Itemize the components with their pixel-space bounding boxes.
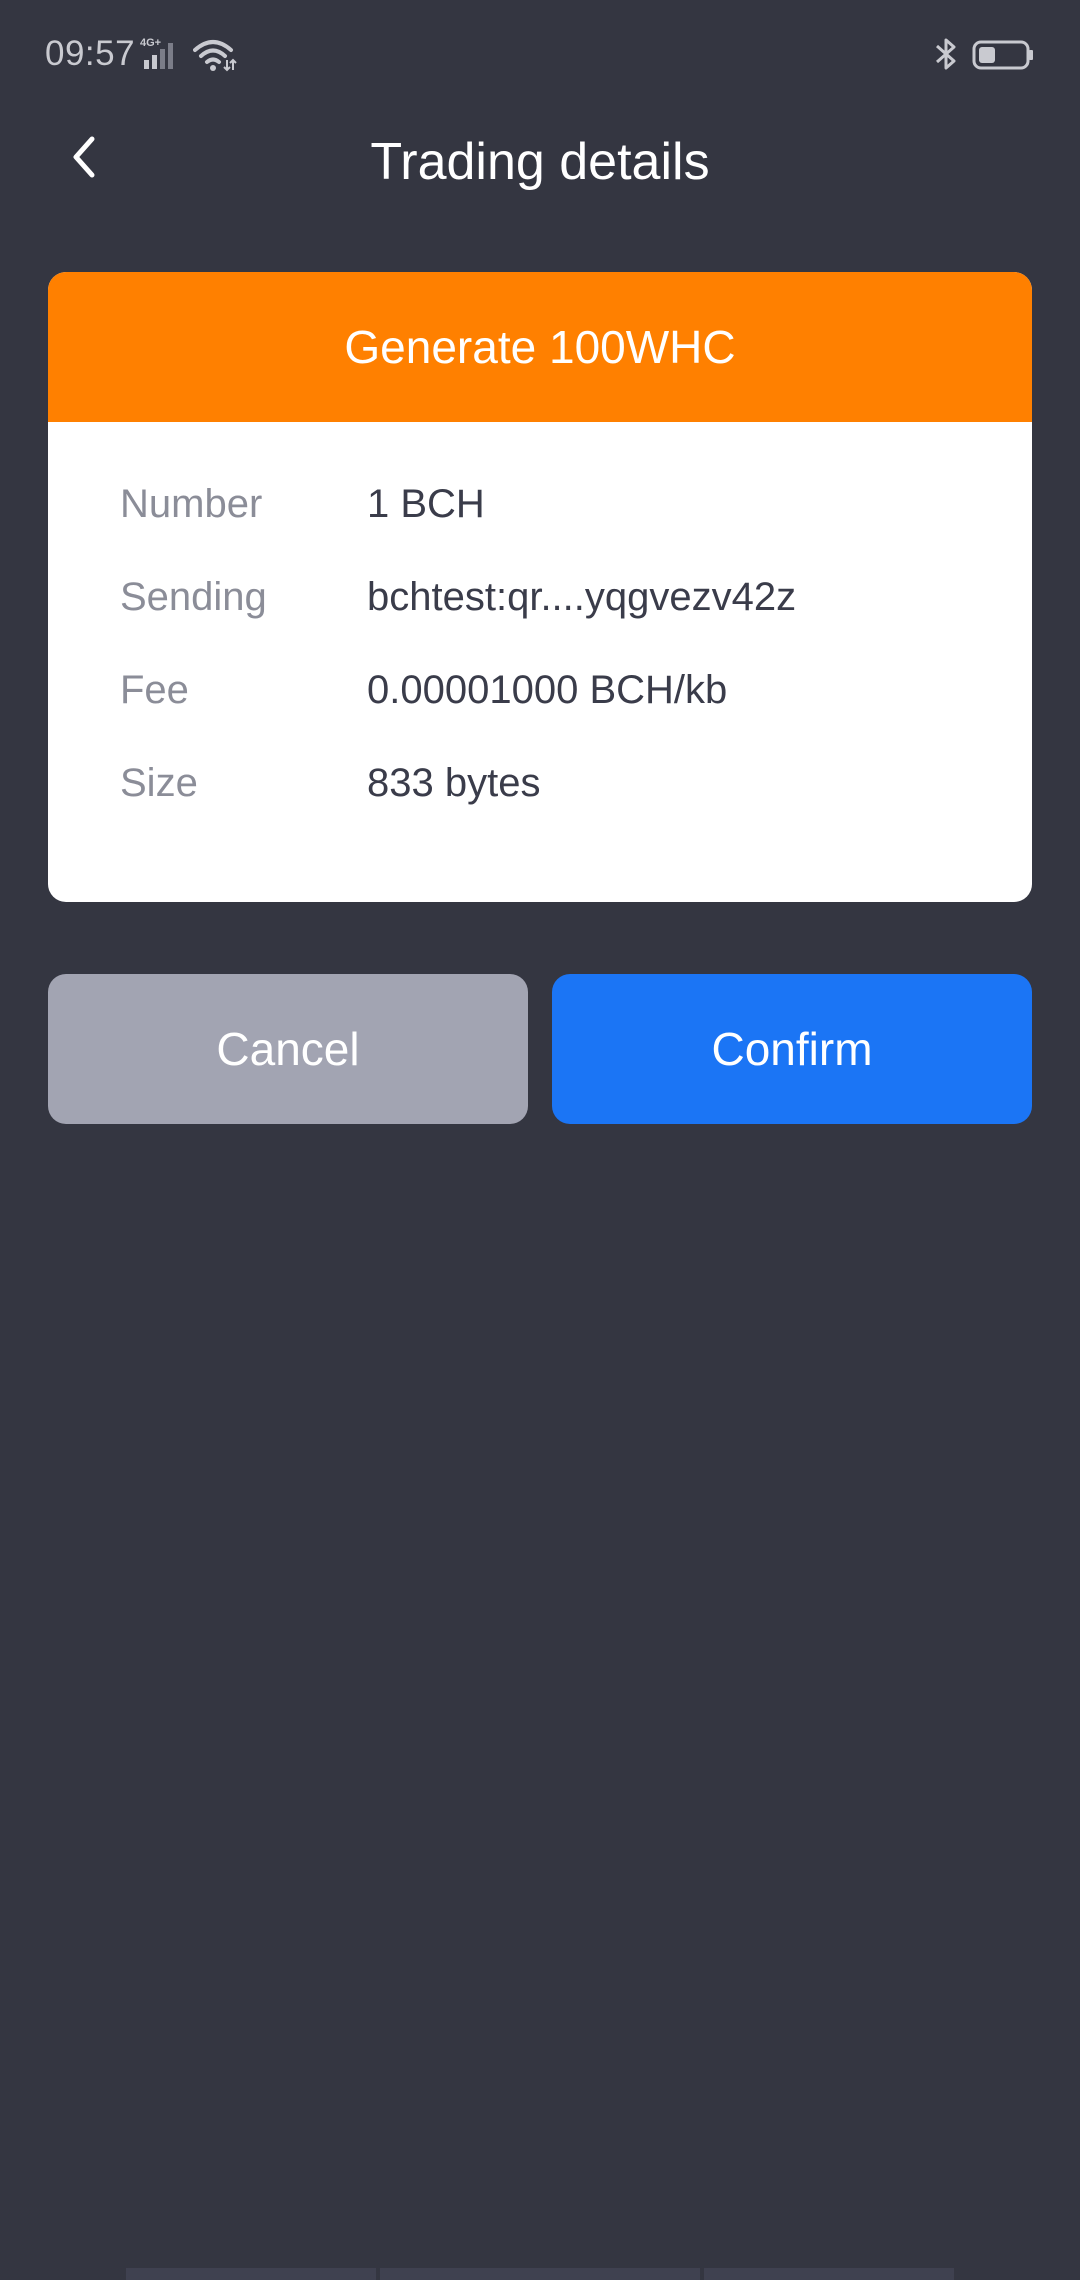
detail-value: bchtest:qr....yqgvezv42z (367, 575, 797, 619)
detail-label: Sending (120, 575, 267, 619)
detail-row-fee: Fee 0.00001000 BCH/kb (48, 660, 1032, 753)
detail-value: 0.00001000 BCH/kb (367, 668, 728, 712)
status-time: 09:57 (45, 34, 136, 73)
detail-value: 1 BCH (367, 482, 485, 526)
nav-hint-bar (126, 2268, 376, 2280)
status-bar: 09:57 4G+ (0, 0, 1080, 110)
signal-icon: 4G+ (140, 36, 186, 70)
nav-hint-bar (704, 2268, 954, 2280)
transaction-card: Generate 100WHC Number 1 BCH Sending bch… (48, 272, 1032, 902)
page-title: Trading details (370, 133, 710, 191)
detail-label: Size (120, 761, 198, 805)
network-type-label: 4G+ (140, 37, 161, 49)
detail-list: Number 1 BCH Sending bchtest:qr....yqgve… (48, 422, 1032, 846)
screen: 09:57 4G+ Trading details Generate 100WH… (0, 0, 1080, 2280)
detail-label: Fee (120, 668, 189, 712)
detail-label: Number (120, 482, 263, 526)
nav-hint-bar (380, 2268, 700, 2280)
detail-row-number: Number 1 BCH (48, 474, 1032, 567)
detail-value: 833 bytes (367, 761, 541, 805)
detail-row-sending: Sending bchtest:qr....yqgvezv42z (48, 567, 1032, 660)
confirm-button[interactable]: Confirm (552, 974, 1032, 1124)
detail-row-size: Size 833 bytes (48, 753, 1032, 846)
battery-icon (972, 40, 1034, 70)
app-header: Trading details (0, 110, 1080, 240)
card-banner: Generate 100WHC (48, 272, 1032, 422)
bluetooth-icon (932, 36, 960, 72)
wifi-icon (193, 38, 237, 72)
cancel-button[interactable]: Cancel (48, 974, 528, 1124)
